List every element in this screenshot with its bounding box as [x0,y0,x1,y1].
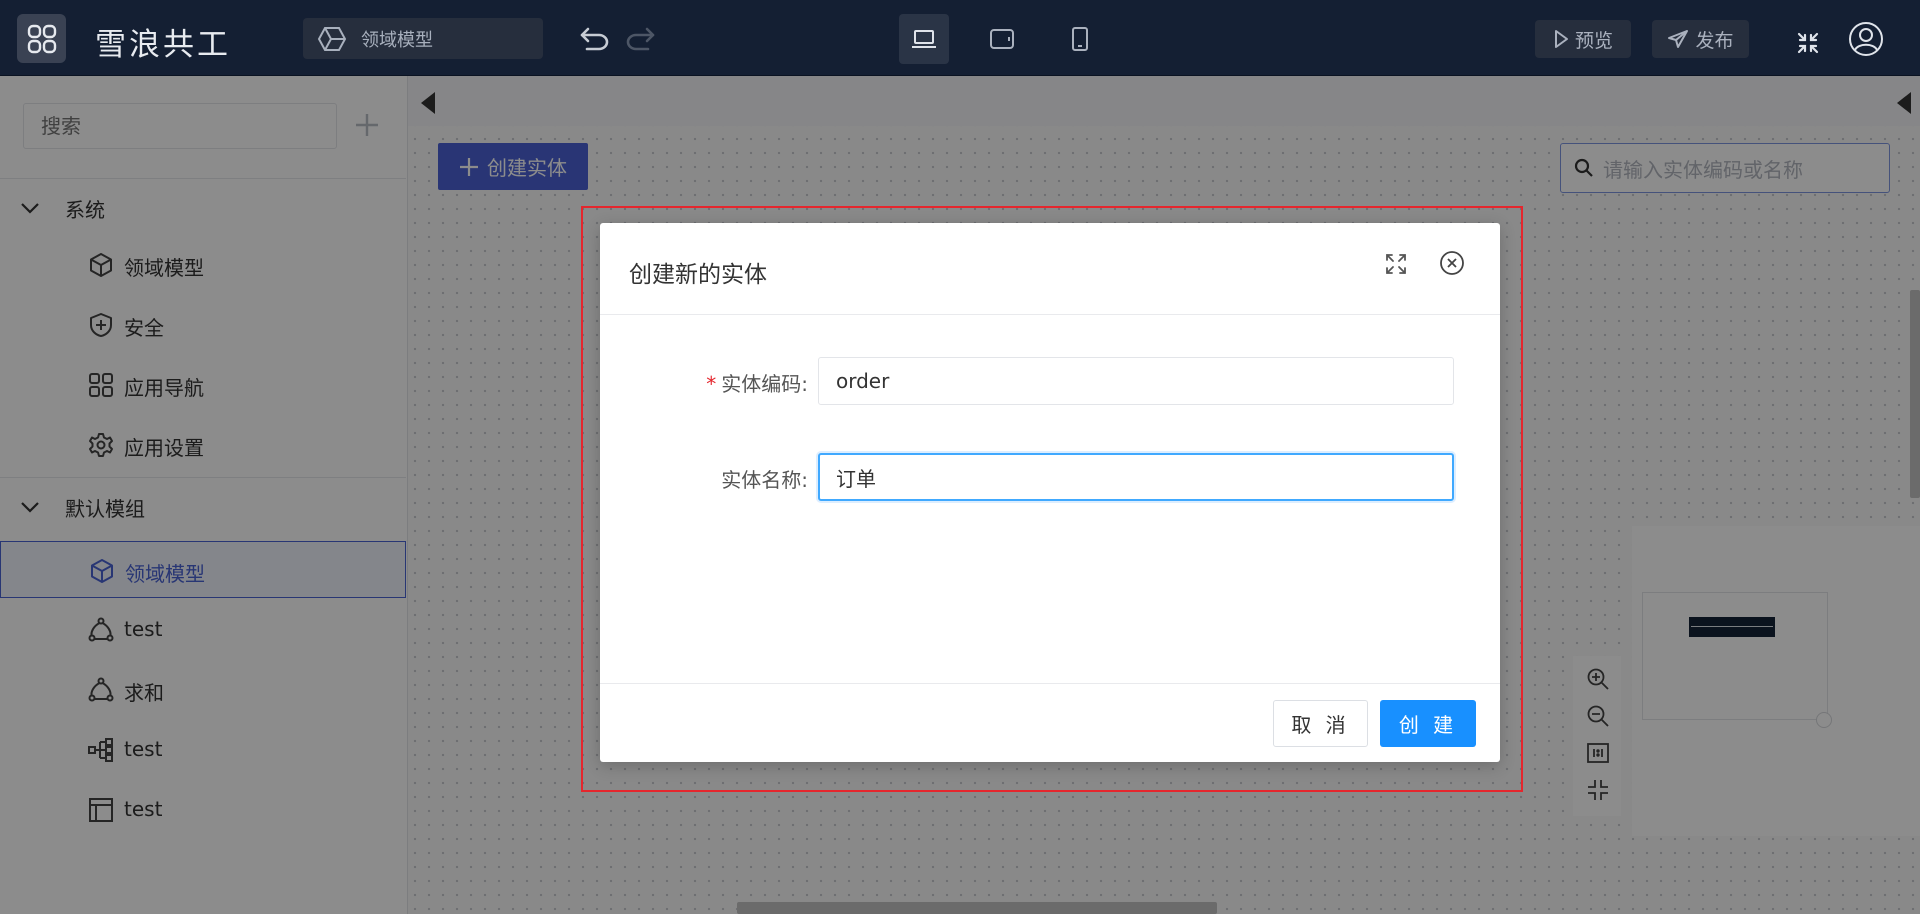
create-button[interactable]: 创 建 [1380,700,1476,747]
dialog-footer: 取 消 创 建 [600,683,1500,763]
phone-view-button[interactable] [1055,14,1105,64]
app-title: 雪浪共工 [95,27,231,63]
entity-code-label-text: 实体编码: [721,372,808,396]
send-icon [1668,30,1689,48]
play-icon [1554,30,1568,48]
tablet-icon [990,29,1014,49]
entity-code-row: * 实体编码: [600,357,1500,405]
tablet-view-button[interactable] [977,14,1027,64]
undo-icon[interactable] [577,23,613,53]
dialog-header: 创建新的实体 [600,223,1500,315]
entity-code-label: * 实体编码: [706,368,808,397]
entity-name-input[interactable] [818,453,1454,501]
dialog-title: 创建新的实体 [629,262,767,288]
entity-name-label: 实体名称: [721,468,808,492]
module-selector-label: 领域模型 [361,29,433,51]
entity-code-input[interactable] [818,357,1454,405]
top-header: 雪浪共工 领域模型 预览 发布 [0,0,1920,76]
exit-fullscreen-icon[interactable] [1797,32,1819,58]
entity-name-row: 实体名称: [600,453,1500,501]
user-avatar-icon[interactable] [1848,21,1884,57]
publish-label: 发布 [1695,29,1734,52]
app-grid-icon[interactable] [17,14,66,63]
redo-icon[interactable] [622,23,658,53]
module-selector[interactable]: 领域模型 [303,18,543,59]
create-entity-dialog: 创建新的实体 *实体编码: 实体名称: 取 消 创 建 [600,223,1500,762]
desktop-view-button[interactable] [899,14,949,64]
phone-icon [1072,27,1088,51]
publish-button[interactable]: 发布 [1652,20,1749,58]
close-icon[interactable] [1438,249,1466,277]
cancel-button[interactable]: 取 消 [1273,700,1368,747]
laptop-icon [912,30,936,48]
required-asterisk: * [706,372,717,396]
preview-label: 预览 [1574,29,1613,52]
cube-outline-icon [317,26,347,51]
preview-button[interactable]: 预览 [1535,20,1631,58]
maximize-icon[interactable] [1384,252,1408,276]
